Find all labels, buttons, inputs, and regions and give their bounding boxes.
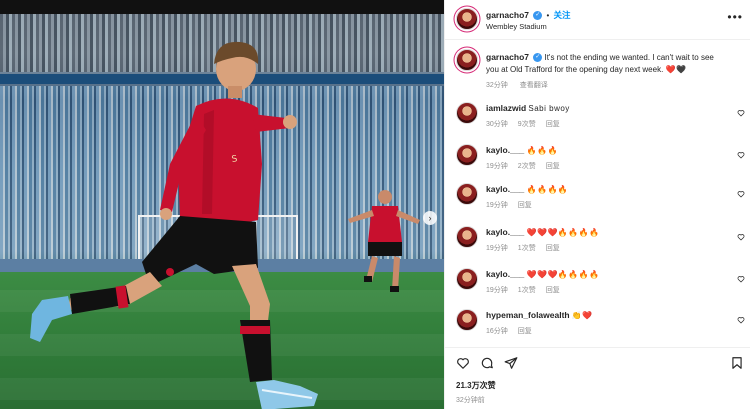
verified-badge-icon: ✓ <box>533 53 543 63</box>
comment-meta: 16分钟 回复 <box>486 326 542 336</box>
comment-heart-icon[interactable] <box>737 233 745 241</box>
commenter-username[interactable]: kaylo.___ <box>486 184 524 194</box>
comment-body: ❤️❤️❤️🔥🔥🔥🔥 <box>526 270 600 279</box>
commenter-username[interactable]: iamlazwid <box>486 103 526 113</box>
commenter-username[interactable]: kaylo.___ <box>486 269 524 279</box>
caption: garnacho7 ✓ It's not the ending we wante… <box>445 46 750 94</box>
comment-meta: 19分钟 回复 <box>486 200 542 210</box>
see-translation-link[interactable]: 查看翻译 <box>520 82 548 89</box>
comment-time: 16分钟 <box>486 328 508 335</box>
comment-heart-icon[interactable] <box>737 190 745 198</box>
reply-button[interactable]: 回复 <box>546 163 560 170</box>
likes-count[interactable]: 21.3万次赞 <box>456 380 496 391</box>
comment-text: kaylo.___ ❤️❤️❤️🔥🔥🔥🔥 <box>486 227 727 239</box>
comment-meta: 19分钟 1次赞 回复 <box>486 285 570 295</box>
comment-text: kaylo.___ 🔥🔥🔥🔥 <box>486 184 727 196</box>
bookmark-icon[interactable] <box>730 356 744 370</box>
author-avatar[interactable] <box>456 8 478 30</box>
comment-time: 19分钟 <box>486 245 508 252</box>
comment-time: 19分钟 <box>486 287 508 294</box>
header-line: garnacho7 ✓ • 关注 <box>486 9 571 21</box>
action-bar <box>445 347 750 370</box>
comment-heart-icon[interactable] <box>737 316 745 324</box>
comment-body: Sabi bwoy <box>528 104 570 113</box>
heart-icon[interactable] <box>456 356 470 370</box>
post-detail-panel: garnacho7 ✓ • 关注 Wembley Stadium ••• gar… <box>444 0 750 409</box>
comment-text: hypeman_folawealth 👏❤️ <box>486 310 727 322</box>
comment-likes[interactable]: 1次赞 <box>518 245 536 252</box>
comment-body: 👏❤️ <box>571 311 593 320</box>
comment-likes[interactable]: 2次赞 <box>518 163 536 170</box>
send-icon[interactable] <box>504 356 518 370</box>
comment-heart-icon[interactable] <box>737 109 745 117</box>
comment-text: kaylo.___ ❤️❤️❤️🔥🔥🔥🔥 <box>486 269 727 281</box>
comment-meta: 30分钟 9次赞 回复 <box>486 119 570 129</box>
caption-meta: 32分钟 查看翻译 <box>486 80 558 90</box>
commenter-avatar[interactable] <box>456 102 478 124</box>
comment-time: 19分钟 <box>486 163 508 170</box>
separator: • <box>546 11 550 20</box>
comment-time: 30分钟 <box>486 121 508 128</box>
comment-row: kaylo.___ ❤️❤️❤️🔥🔥🔥🔥 19分钟 1次赞 回复 <box>445 266 750 304</box>
more-options-icon[interactable]: ••• <box>727 10 743 24</box>
reply-button[interactable]: 回复 <box>518 328 532 335</box>
instagram-post-window: S › garnacho7 ✓ • 关注 Wembley Stadium •••… <box>0 0 750 409</box>
reply-button[interactable]: 回复 <box>518 202 532 209</box>
next-image-chevron-right-icon[interactable]: › <box>423 211 437 225</box>
reply-button[interactable]: 回复 <box>546 287 560 294</box>
commenter-avatar[interactable] <box>456 183 478 205</box>
comment-body: 🔥🔥🔥🔥 <box>526 185 569 194</box>
reply-button[interactable]: 回复 <box>546 245 560 252</box>
comment-row: kaylo.___ 🔥🔥🔥🔥 19分钟 回复 <box>445 181 750 219</box>
comment-meta: 19分钟 1次赞 回复 <box>486 243 570 253</box>
comment-row: hypeman_folawealth 👏❤️ 16分钟 回复 <box>445 307 750 345</box>
comment-body: 🔥🔥🔥 <box>526 146 558 155</box>
comment-text: kaylo.___ 🔥🔥🔥 <box>486 145 727 157</box>
caption-avatar[interactable] <box>456 49 478 71</box>
follow-button[interactable]: 关注 <box>554 10 571 20</box>
commenter-avatar[interactable] <box>456 268 478 290</box>
author-username[interactable]: garnacho7 <box>486 10 529 20</box>
commenter-username[interactable]: kaylo.___ <box>486 227 524 237</box>
comment-row: kaylo.___ 🔥🔥🔥 19分钟 2次赞 回复 <box>445 142 750 180</box>
comment-row: kaylo.___ ❤️❤️❤️🔥🔥🔥🔥 19分钟 1次赞 回复 <box>445 224 750 262</box>
comment-likes[interactable]: 9次赞 <box>518 121 536 128</box>
commenter-username[interactable]: hypeman_folawealth <box>486 310 570 320</box>
caption-emoji: ❤️🖤 <box>665 64 687 74</box>
comment-time: 19分钟 <box>486 202 508 209</box>
caption-username[interactable]: garnacho7 <box>486 52 529 62</box>
post-header: garnacho7 ✓ • 关注 Wembley Stadium ••• <box>445 0 750 40</box>
commenter-avatar[interactable] <box>456 226 478 248</box>
main-player: S <box>30 41 318 409</box>
comment-heart-icon[interactable] <box>737 275 745 283</box>
verified-badge-icon: ✓ <box>533 11 543 21</box>
comment-text: iamlazwid Sabi bwoy <box>486 103 727 115</box>
caption-time: 32分钟 <box>486 82 508 89</box>
comment-heart-icon[interactable] <box>737 151 745 159</box>
location-link[interactable]: Wembley Stadium <box>486 22 547 31</box>
comment-icon[interactable] <box>480 356 494 370</box>
post-time: 32分钟前 <box>456 397 485 404</box>
commenter-avatar[interactable] <box>456 144 478 166</box>
commenter-username[interactable]: kaylo.___ <box>486 145 524 155</box>
reply-button[interactable]: 回复 <box>546 121 560 128</box>
comment-row: iamlazwid Sabi bwoy 30分钟 9次赞 回复 <box>445 100 750 138</box>
comment-meta: 19分钟 2次赞 回复 <box>486 161 570 171</box>
post-photo[interactable]: S › <box>0 14 444 409</box>
comment-body: ❤️❤️❤️🔥🔥🔥🔥 <box>526 228 600 237</box>
caption-text: garnacho7 ✓ It's not the ending we wante… <box>486 52 727 75</box>
commenter-avatar[interactable] <box>456 309 478 331</box>
comment-likes[interactable]: 1次赞 <box>518 287 536 294</box>
